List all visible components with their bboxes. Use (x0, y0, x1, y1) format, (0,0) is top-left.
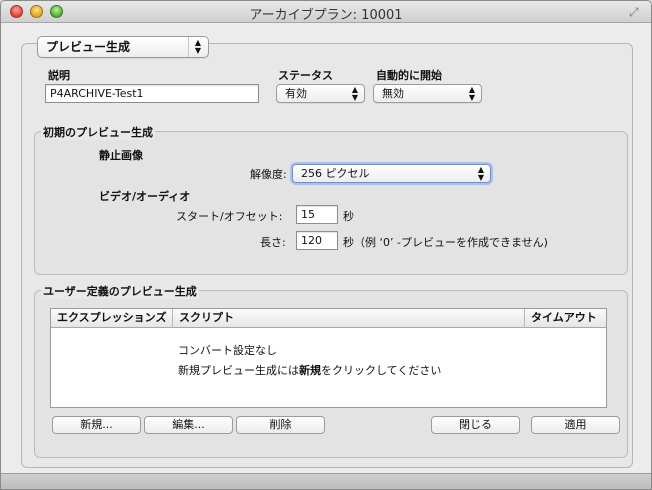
column-header-expressions[interactable]: エクスプレッションズ (51, 309, 173, 328)
autostart-popup[interactable]: 無効 ▲ ▼ (373, 84, 482, 103)
length-field[interactable]: 120 (296, 231, 338, 250)
initial-preview-title: 初期のプレビュー生成 (41, 124, 155, 140)
resolution-label: 解像度: (250, 168, 287, 181)
empty-message-line1: コンバート設定なし (178, 344, 277, 357)
description-label: 説明 (48, 69, 70, 82)
archive-plan-window: アーカイブプラン: 10001 ⤢ プレビュー生成 ▲ ▼ 説明 P4ARCHIV… (0, 0, 652, 490)
autostart-popup-value: 無効 (382, 87, 404, 100)
new-button[interactable]: 新規... (52, 416, 141, 434)
autostart-label: 自動的に開始 (376, 69, 442, 82)
resolution-popup[interactable]: 256 ピクセル ▲ ▼ (292, 164, 491, 183)
description-field[interactable]: P4ARCHIVE-Test1 (45, 84, 259, 103)
user-preview-title: ユーザー定義のプレビュー生成 (41, 283, 199, 299)
status-label: ステータス (278, 69, 333, 82)
title-bar: アーカイブプラン: 10001 ⤢ (1, 1, 651, 23)
empty-message-post: をクリックしてください (321, 364, 442, 377)
fullscreen-icon[interactable]: ⤢ (629, 5, 643, 19)
delete-button[interactable]: 削除 (236, 416, 325, 434)
status-bar (1, 473, 651, 489)
start-offset-field[interactable]: 15 (296, 205, 338, 224)
column-header-timeout[interactable]: タイムアウト (525, 309, 608, 328)
column-header-script[interactable]: スクリプト (173, 309, 525, 328)
section-popup[interactable]: プレビュー生成 ▲ ▼ (37, 36, 209, 58)
status-popup[interactable]: 有効 ▲ ▼ (276, 84, 365, 103)
length-unit-hint: 秒（例 ‘0’ -プレビューを作成できません) (343, 236, 548, 249)
status-popup-value: 有効 (285, 87, 307, 100)
window-title: アーカイブプラン: 10001 (249, 8, 403, 23)
video-audio-label: ビデオ/オーディオ (99, 190, 191, 203)
start-offset-label: スタート/オフセット: (176, 210, 283, 223)
conversion-table: エクスプレッションズ スクリプト タイムアウト コンバート設定なし 新規プレビュ… (50, 308, 607, 408)
edit-button[interactable]: 編集... (144, 416, 233, 434)
resolution-popup-value: 256 ピクセル (301, 167, 370, 180)
empty-message-line2: 新規プレビュー生成には新規をクリックしてください (51, 362, 606, 378)
updown-arrows-icon: ▲ ▼ (468, 84, 475, 102)
updown-arrows-icon: ▲ ▼ (477, 164, 484, 182)
updown-arrows-icon: ▲ ▼ (351, 84, 358, 102)
close-button[interactable]: 閉じる (431, 416, 520, 434)
section-popup-value: プレビュー生成 (46, 40, 131, 54)
updown-arrows-icon: ▲ ▼ (187, 37, 201, 57)
table-header: エクスプレッションズ スクリプト タイムアウト (51, 309, 606, 328)
apply-button[interactable]: 適用 (531, 416, 620, 434)
empty-message-new: 新規 (299, 364, 321, 377)
start-offset-unit: 秒 (343, 210, 354, 223)
length-label: 長さ: (260, 236, 286, 249)
empty-message-pre: 新規プレビュー生成には (178, 364, 299, 377)
still-image-label: 静止画像 (99, 149, 143, 162)
